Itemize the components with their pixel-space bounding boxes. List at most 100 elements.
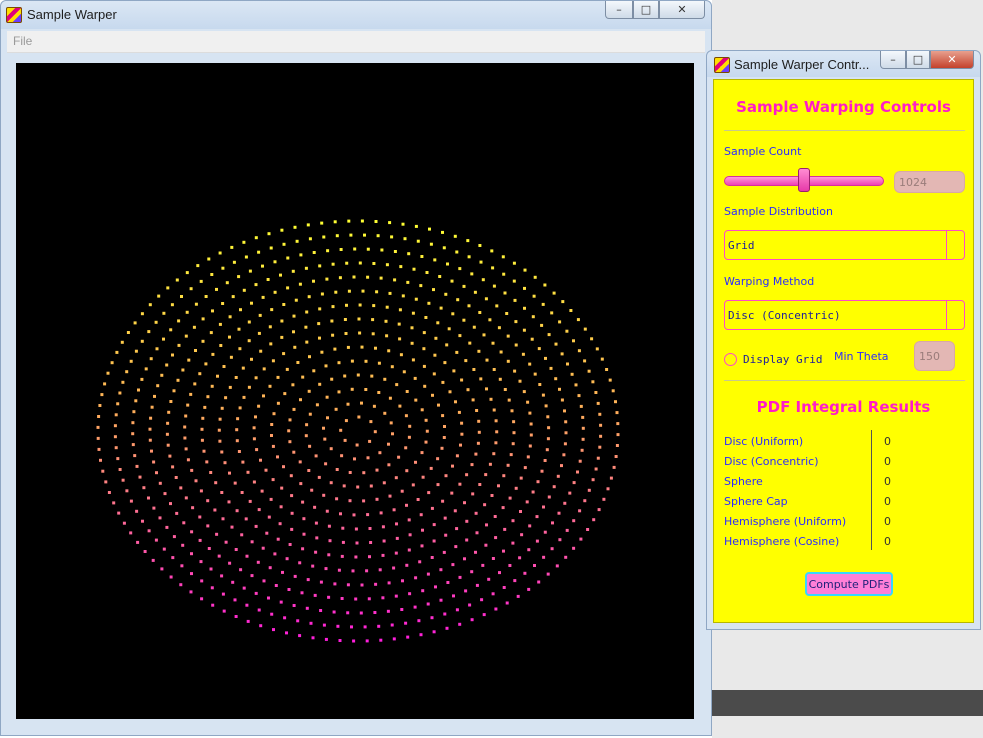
sample-point: [512, 279, 516, 283]
chevron-down-icon[interactable]: [946, 301, 964, 329]
sample-point: [420, 255, 424, 258]
sample-point: [270, 308, 274, 312]
sample-point: [319, 580, 323, 584]
sample-point: [276, 401, 280, 405]
sample-point: [314, 550, 318, 554]
sample-count-field[interactable]: 1024: [894, 171, 965, 193]
sample-point: [271, 359, 275, 363]
sample-point: [354, 597, 358, 601]
sample-point: [190, 530, 194, 534]
sample-point: [583, 499, 587, 503]
sample-point: [615, 444, 619, 447]
sample-point: [545, 448, 549, 452]
sample-point: [201, 317, 205, 321]
controls-heading: Sample Warping Controls: [736, 98, 951, 116]
sample-point: [218, 417, 222, 421]
sample-point: [166, 286, 170, 290]
chevron-down-icon[interactable]: [946, 231, 964, 259]
minimize-button[interactable]: –: [605, 1, 633, 19]
sample-point: [535, 539, 539, 543]
sample-point: [240, 533, 244, 537]
sample-point: [401, 294, 405, 298]
sample-point: [116, 402, 120, 406]
minimize-button[interactable]: –: [880, 51, 906, 69]
sample-point: [414, 398, 418, 402]
sample-point: [370, 374, 374, 378]
sample-point: [531, 315, 535, 319]
sample-point: [299, 253, 303, 257]
sample-point: [579, 404, 583, 408]
sample-point: [563, 409, 566, 413]
display-grid-label[interactable]: Display Grid: [743, 353, 822, 366]
maximize-button[interactable]: □: [633, 1, 659, 19]
slider-handle[interactable]: [798, 168, 810, 192]
sample-point: [609, 476, 613, 480]
sample-point: [405, 469, 409, 473]
sample-point: [217, 554, 221, 558]
display-grid-checkbox[interactable]: [724, 353, 737, 366]
sample-point: [542, 505, 545, 509]
main-titlebar[interactable]: Sample Warper – □ ✕: [1, 1, 711, 29]
sample-point: [324, 567, 328, 571]
sample-point: [254, 283, 258, 287]
sample-point: [289, 474, 293, 478]
sample-point: [335, 234, 339, 238]
sample-point: [513, 298, 517, 302]
sample-point: [319, 609, 323, 612]
sample-point: [597, 508, 601, 512]
sample-point: [413, 376, 417, 380]
sample-point: [408, 592, 412, 596]
maximize-button[interactable]: □: [906, 51, 930, 69]
sample-point: [615, 411, 619, 415]
sample-point: [352, 639, 356, 643]
sample-point: [242, 240, 246, 244]
sample-point: [448, 390, 452, 394]
sample-point: [540, 323, 544, 327]
sample-point: [583, 359, 587, 363]
sample-canvas[interactable]: [16, 63, 694, 719]
sample-point: [554, 377, 558, 381]
warping-method-select[interactable]: Disc (Concentric): [724, 300, 965, 330]
sample-point: [279, 600, 283, 604]
sample-point: [244, 517, 248, 521]
sample-point: [398, 308, 402, 312]
sample-point: [172, 389, 176, 393]
sample-point: [234, 376, 238, 379]
sample-point: [343, 318, 347, 321]
sample-point: [354, 555, 358, 559]
compute-pdfs-button[interactable]: Compute PDFs: [805, 572, 893, 596]
sample-point: [451, 563, 455, 567]
sample-point: [364, 388, 368, 391]
sample-point: [506, 334, 510, 338]
sample-point: [521, 352, 525, 356]
sample-point: [199, 560, 203, 564]
sample-distribution-select[interactable]: Grid: [724, 230, 965, 260]
close-button[interactable]: ✕: [659, 1, 705, 19]
sample-point: [248, 499, 252, 503]
menu-file[interactable]: File: [13, 34, 32, 48]
sample-point: [404, 621, 408, 625]
sample-point: [322, 426, 325, 430]
sample-point: [484, 473, 488, 477]
min-theta-field[interactable]: 150: [914, 341, 955, 371]
sample-point: [407, 518, 411, 522]
controls-titlebar[interactable]: Sample Warper Contr... – □ ✕: [707, 51, 980, 77]
sample-point: [375, 497, 379, 501]
sample-point: [433, 353, 437, 357]
sample-point: [434, 585, 437, 589]
sample-point: [417, 619, 421, 623]
sample-point: [528, 444, 532, 448]
sample-point: [378, 568, 382, 572]
sample-point: [368, 439, 372, 443]
sample-point: [421, 528, 424, 532]
sample-point: [113, 424, 117, 428]
sample-point: [382, 539, 386, 543]
sample-point: [527, 548, 531, 552]
sample-point: [96, 425, 100, 429]
close-button[interactable]: ✕: [930, 51, 974, 69]
sample-point: [314, 521, 318, 525]
sample-point: [507, 398, 511, 402]
sample-point: [347, 289, 351, 293]
sample-point: [165, 363, 169, 367]
result-value: 0: [884, 455, 891, 468]
